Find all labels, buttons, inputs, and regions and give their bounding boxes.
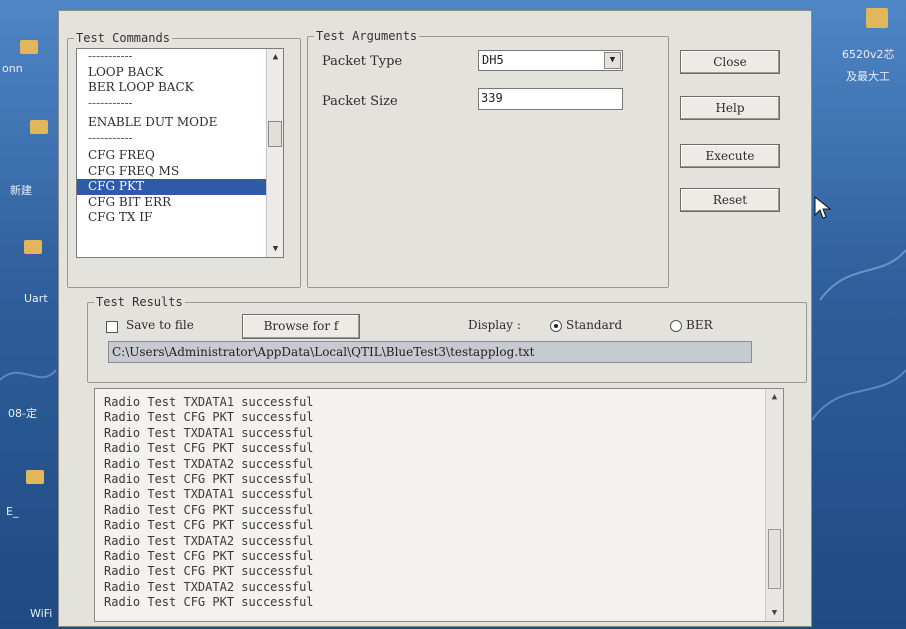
log-line: Radio Test CFG PKT successful [104,518,314,533]
desktop-folder-icon[interactable] [26,470,44,484]
log-file-path: C:\Users\Administrator\AppData\Local\QTI… [108,341,752,363]
log-line: Radio Test TXDATA2 successful [104,533,314,548]
scroll-up-icon[interactable]: ▲ [267,49,284,65]
log-scroll-thumb[interactable] [768,529,781,589]
display-standard-radio[interactable] [550,320,562,332]
packet-size-input[interactable]: 339 [478,88,623,110]
save-to-file-checkbox[interactable] [106,321,118,333]
scroll-up-icon[interactable]: ▲ [766,389,783,405]
desktop-icon-label: 新建 [10,184,32,197]
help-button[interactable]: Help [680,96,780,120]
test-arguments-legend: Test Arguments [316,29,418,43]
execute-button[interactable]: Execute [680,144,780,168]
desktop-folder-icon[interactable] [30,120,48,134]
log-line: Radio Test CFG PKT successful [104,441,314,456]
list-item-cfg-bit-err[interactable]: CFG BIT ERR [77,195,283,211]
list-item-cfg-freq-ms[interactable]: CFG FREQ MS [77,164,283,180]
scroll-down-icon[interactable]: ▼ [267,241,284,257]
reset-button[interactable]: Reset [680,188,780,212]
desktop-icon-label: Uart [24,292,48,305]
log-line: Radio Test TXDATA2 successful [104,579,314,594]
display-label: Display : [468,318,521,332]
log-line: Radio Test CFG PKT successful [104,471,314,486]
desktop-folder-icon[interactable] [866,8,888,28]
browse-button[interactable]: Browse for f [242,314,360,339]
log-line: Radio Test TXDATA1 successful [104,487,314,502]
packet-size-label: Packet Size [322,94,398,109]
test-results-legend: Test Results [96,295,183,309]
log-line: Radio Test CFG PKT successful [104,564,314,579]
test-results-group: Test Results [87,295,807,383]
test-commands-list[interactable]: ----------- LOOP BACK BER LOOP BACK ----… [76,48,284,258]
mouse-cursor-icon [814,196,832,219]
log-line: Radio Test CFG PKT successful [104,548,314,563]
results-log[interactable]: Radio Test TXDATA1 successful Radio Test… [94,388,784,622]
desktop-folder-icon[interactable] [20,40,38,54]
desktop-icon-label: onn [2,62,23,75]
list-item-ber-loop-back[interactable]: BER LOOP BACK [77,80,283,96]
list-item-cfg-tx-if[interactable]: CFG TX IF [77,210,283,226]
packet-type-select[interactable]: DH5 ▼ [478,50,623,71]
list-item-cfg-pkt[interactable]: CFG PKT [77,179,283,195]
list-item-loop-back[interactable]: LOOP BACK [77,65,283,81]
display-ber-radio[interactable] [670,320,682,332]
desktop-icon-label: WiFi [30,607,53,620]
log-line: Radio Test CFG PKT successful [104,502,314,517]
scroll-thumb[interactable] [268,121,282,147]
close-button[interactable]: Close [680,50,780,74]
log-line: Radio Test TXDATA1 successful [104,395,314,409]
list-item-separator: ----------- [88,95,133,110]
display-standard-label: Standard [566,318,623,332]
test-commands-legend: Test Commands [76,31,170,45]
list-item-separator: ----------- [88,49,133,63]
log-line: Radio Test TXDATA1 successful [104,425,314,440]
desktop-icon-label: 08-定 [8,407,37,420]
list-item-cfg-freq[interactable]: CFG FREQ [77,148,283,164]
save-to-file-label: Save to file [126,318,194,332]
list-item-enable-dut-mode[interactable]: ENABLE DUT MODE [77,115,283,131]
log-scrollbar[interactable]: ▲ ▼ [765,389,783,621]
chevron-down-icon[interactable]: ▼ [604,52,621,69]
log-line: Radio Test CFG PKT successful [104,595,314,610]
packet-type-label: Packet Type [322,54,403,69]
display-ber-label: BER [686,318,713,332]
desktop-icon-label: E_ [6,505,19,518]
desktop-folder-icon[interactable] [24,240,42,254]
log-line: Radio Test CFG PKT successful [104,410,314,425]
scroll-down-icon[interactable]: ▼ [766,605,783,621]
list-scrollbar[interactable]: ▲ ▼ [266,49,283,257]
desktop-icon-label: 及最大工 [846,70,890,83]
packet-type-value: DH5 [482,53,504,67]
desktop-icon-label: 6520v2芯 [842,48,895,61]
log-line: Radio Test TXDATA2 successful [104,456,314,471]
list-item-separator: ----------- [88,130,133,145]
